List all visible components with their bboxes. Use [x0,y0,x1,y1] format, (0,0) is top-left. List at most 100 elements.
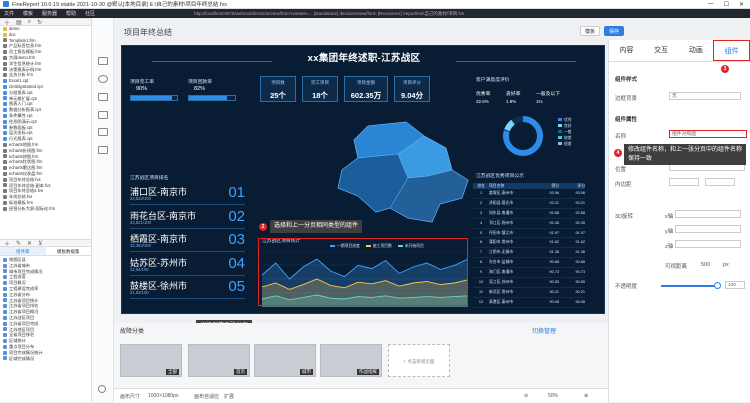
close-icon[interactable]: ✕ [739,1,744,8]
table-row[interactable]: 8 东台市-盐城市 90.88 90.88 [473,258,585,269]
search-icon[interactable]: ⌕ [28,19,31,26]
zoom-value[interactable]: 50% [548,393,558,399]
table-row[interactable]: 4 邗江区-扬州市 92.45 92.45 [473,219,585,229]
table-row[interactable]: 5 丹阳市-镇江市 91.97 91.97 [473,229,585,239]
minimize-icon[interactable]: — [708,1,714,8]
tab-component[interactable]: 组件 [713,40,750,61]
save-button[interactable]: 保存 [604,26,625,36]
page-manage-link[interactable]: 切换管理 [532,326,556,335]
annotation-tip-2: 选择和上一分页相同类型的组件 [270,220,363,233]
opacity-slider-handle[interactable] [714,282,721,289]
zoom-out-icon[interactable]: ⊖ [524,393,528,399]
menu-server[interactable]: 服务器 [42,10,57,17]
padding-field[interactable] [669,178,699,186]
table-row[interactable]: 2 沭阳县-宿迁市 93.21 93.21 [473,199,585,209]
component-icon [3,257,7,262]
template-settings-button[interactable]: 模板 [580,26,601,36]
component-icon [3,275,7,280]
bg-select[interactable]: 无 [669,92,741,100]
folder-icon[interactable]: ▤ [16,19,22,26]
opacity-slider[interactable] [661,285,717,287]
maximize-icon[interactable]: ☐ [724,1,729,8]
table-row[interactable]: 11 新北区-常州市 90.21 90.21 [473,288,585,298]
page-thumb-2[interactable]: 首页 [188,344,250,377]
table-row[interactable]: 9 海门区-南通市 90.73 90.73 [473,268,585,279]
tab-content[interactable]: 内容 [609,40,644,61]
text-icon[interactable] [98,146,108,154]
chart-highlight-box [258,238,468,306]
table-section-label: 江苏战区优秀项目公示 [476,174,524,179]
menu-template[interactable]: 模板 [23,10,33,17]
table-row[interactable]: 7 江阴市-无锡市 91.38 91.38 [473,248,585,259]
component-icon [3,298,7,303]
jiangsu-map[interactable] [328,118,476,228]
component-tree-item[interactable]: 区域完成情况 [3,356,91,362]
sat-value: 1% [536,99,543,104]
tab-animation[interactable]: 动画 [679,40,714,61]
menu-help[interactable]: 帮助 [66,10,76,17]
view-distance-label: 可视距离 [665,264,688,270]
rotate-y-field[interactable] [675,225,741,233]
zoom-in-icon[interactable]: ⊕ [584,393,588,399]
settings-icon[interactable] [98,385,106,393]
table-row[interactable]: 1 姜堰区-泰州市 93.56 93.56 [473,189,585,199]
kpi-amount: 项目金额 602.35万 [344,76,388,102]
page-thumb-4[interactable]: 作战指挥 [320,344,382,377]
view-distance-value[interactable]: 500 [701,262,710,268]
file-icon [3,125,7,130]
kpi-finished: 完工项目 18个 [302,76,338,102]
annotation-badge-3: 3 [721,65,729,73]
canvas-size-value[interactable]: 1000×1080px [148,393,178,399]
table-row[interactable]: 10 吴江区-苏州市 90.55 90.55 [473,278,585,288]
opacity-field[interactable]: 100 [725,281,745,289]
widget-icon[interactable] [98,75,108,83]
add-page-button[interactable]: + 点击新增页面 [388,344,450,377]
satisfaction-label: 客户满意度评价 [476,78,510,83]
file-icon [3,195,7,199]
bottom-bar: 画布尺寸 1000×1080px 画布自适应 扩展 ⊖ 50% ⊕ [114,388,608,402]
refresh-icon[interactable]: ↻ [37,19,42,26]
rotate-x-field[interactable] [675,210,741,218]
window-titlebar: FineReport 10.0.19 stable 2021-10-30 @默认… [0,0,750,9]
delete-icon[interactable]: ✕ [27,240,32,247]
component-icon [3,281,7,286]
sat-label: 优秀率 [476,92,491,97]
satisfaction-donut [503,116,543,156]
menu-community[interactable]: 社区 [85,10,95,17]
rotate-z-field[interactable] [675,240,741,248]
table-row[interactable]: 12 高港区-泰州市 90.08 90.08 [473,298,585,308]
filter-icon[interactable]: ⊻ [38,240,42,247]
menu-file[interactable]: 文件 [4,10,14,17]
component-icon [3,356,7,361]
tab-template-dataset[interactable]: 模板数据集 [46,247,92,255]
component-name-field[interactable]: 组件对照图 [669,130,747,138]
tab-component-lib[interactable]: 组件库 [0,247,46,255]
x-axis-label: x轴 [665,214,674,220]
table-row[interactable]: 3 如东县-南通市 92.68 92.68 [473,209,585,219]
component-icon [3,263,7,268]
table-row[interactable]: 6 溧阳市-常州市 91.62 91.62 [473,238,585,249]
page-thumb-3[interactable]: 城市 [254,344,316,377]
completion-label: 项目完工率 [130,80,154,85]
collection-pct: 82% [194,86,206,92]
component-icon [3,321,7,326]
file-icon [3,177,7,182]
padding-field-2[interactable] [705,178,735,186]
edit-icon[interactable]: ✎ [16,240,21,247]
page-thumb-1[interactable]: 全部 [120,344,182,377]
component-icon[interactable] [98,57,108,65]
collection-label: 项目回款率 [188,80,212,85]
file-tree-item[interactable]: 经营分析大屏-国际化.frm [3,206,91,212]
image-icon[interactable] [98,111,108,119]
file-icon [3,137,7,142]
city-section-label: 江苏战区项目排名 [130,176,169,181]
file-icon [3,119,7,124]
layout-icon[interactable] [98,93,108,101]
video-icon[interactable] [98,128,108,136]
donut-legend: 优秀 良好 一般 较差 很差 [558,118,572,148]
tab-interaction[interactable]: 交互 [644,40,679,61]
canvas-fit-value[interactable]: 扩展 [224,393,234,400]
component-icon [3,304,7,309]
kpi-projects: 项目数 25个 [260,76,296,102]
component-icon [3,344,7,349]
